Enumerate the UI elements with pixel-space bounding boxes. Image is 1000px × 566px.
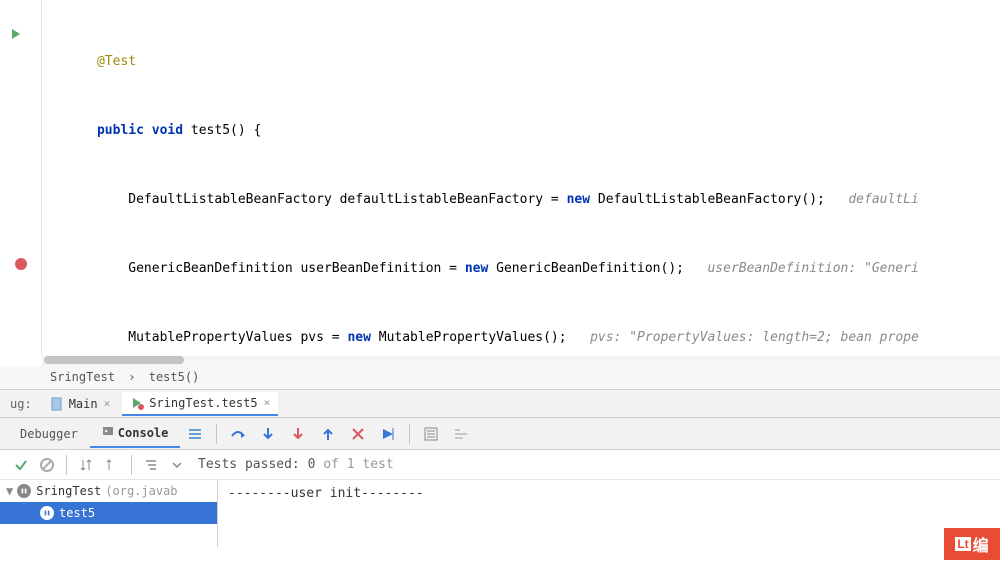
console-tab[interactable]: Console [90, 419, 181, 448]
force-step-into-icon[interactable] [285, 421, 311, 447]
separator [131, 455, 132, 475]
threads-icon[interactable] [182, 421, 208, 447]
annotation: @Test [97, 54, 136, 69]
horizontal-scrollbar[interactable] [42, 356, 1000, 366]
pause-icon [17, 484, 31, 498]
file-icon [50, 397, 64, 411]
run-to-cursor-icon[interactable] [375, 421, 401, 447]
breakpoint-icon[interactable] [14, 257, 28, 271]
editor-area: @Test public void test5() { DefaultLista… [0, 0, 1000, 355]
watermark-logo: Lt编 [944, 528, 1000, 560]
breadcrumb-method[interactable]: test5() [149, 370, 200, 384]
separator [216, 424, 217, 444]
debug-toolbar: Debugger Console [0, 418, 1000, 450]
skip-icon[interactable] [37, 455, 57, 475]
test-tree[interactable]: ▼ SringTest (org.javab test5 [0, 480, 218, 547]
gutter [0, 0, 42, 355]
evaluate-icon[interactable] [418, 421, 444, 447]
drop-frame-icon[interactable] [345, 421, 371, 447]
tree-root-node[interactable]: ▼ SringTest (org.javab [0, 480, 217, 502]
debugger-tab[interactable]: Debugger [8, 421, 90, 447]
step-over-icon[interactable] [225, 421, 251, 447]
config-tab-test[interactable]: SringTest.test5 × [122, 392, 278, 416]
tests-status: Tests passed: 0 of 1 test [198, 457, 394, 472]
code-editor[interactable]: @Test public void test5() { DefaultLista… [42, 0, 1000, 355]
step-into-icon[interactable] [255, 421, 281, 447]
tests-bar: Tests passed: 0 of 1 test [0, 450, 1000, 480]
config-tab-main[interactable]: Main × [42, 393, 119, 415]
junit-run-icon [130, 396, 144, 410]
trace-icon[interactable] [448, 421, 474, 447]
breadcrumb-class[interactable]: SringTest [50, 370, 115, 384]
expand-arrow-icon[interactable]: ▼ [6, 484, 13, 498]
more-icon[interactable] [167, 455, 187, 475]
close-icon[interactable]: × [264, 396, 271, 409]
separator [409, 424, 410, 444]
breadcrumb-separator: › [128, 370, 135, 384]
pause-icon [40, 506, 54, 520]
console-output[interactable]: --------user init-------- [218, 480, 1000, 547]
expand-icon[interactable] [141, 455, 161, 475]
sort-icon[interactable] [76, 455, 96, 475]
sort2-icon[interactable] [102, 455, 122, 475]
run-config-bar: ug: Main × SringTest.test5 × [0, 390, 1000, 418]
close-icon[interactable]: × [104, 397, 111, 410]
check-icon[interactable] [11, 455, 31, 475]
breadcrumb[interactable]: SringTest › test5() [0, 366, 1000, 390]
scrollbar-thumb[interactable] [44, 356, 184, 364]
separator [66, 455, 67, 475]
tree-child-node[interactable]: test5 [0, 502, 217, 524]
step-out-icon[interactable] [315, 421, 341, 447]
run-gutter-icon[interactable] [10, 28, 24, 42]
debug-label: ug: [0, 397, 42, 411]
bottom-panel: ▼ SringTest (org.javab test5 --------use… [0, 480, 1000, 547]
